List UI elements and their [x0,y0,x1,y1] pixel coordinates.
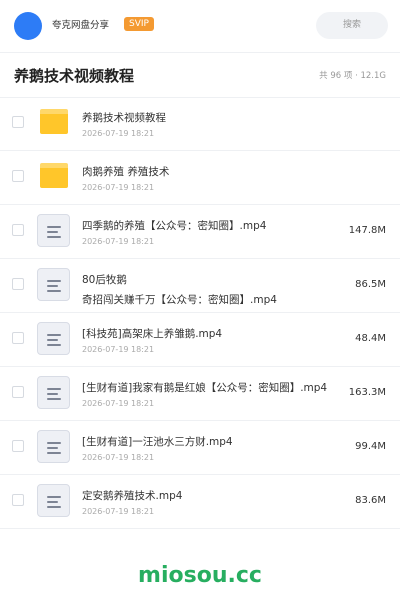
document-icon [37,430,70,463]
page-title: 养鹅技术视频教程 [14,67,135,85]
folder-icon [40,163,68,188]
search-button[interactable]: 搜索 [316,12,388,39]
file-date: 2026-07-19 18:21 [82,237,155,246]
file-size: 48.4M [355,333,386,344]
folder-header: 养鹅技术视频教程 共 96 项 · 12.1G [0,52,400,98]
file-date: 2026-07-19 18:21 [82,399,155,408]
row-checkbox[interactable] [12,386,24,398]
document-icon [37,268,70,301]
file-name: [科技苑]高架床上养雏鹅.mp4 [82,328,223,340]
document-icon [37,214,70,247]
file-size: 83.6M [355,495,386,506]
file-date: 2026-07-19 18:21 [82,453,155,462]
file-date: 2026-07-19 18:21 [82,345,155,354]
file-row[interactable]: 养鹅技术视频教程 2026-07-19 18:21 [0,97,400,151]
watermark: miosou.cc [138,563,262,588]
row-checkbox[interactable] [12,116,24,128]
file-row[interactable]: [生财有道]一汪池水三方财.mp4 2026-07-19 18:21 99.4M [0,421,400,475]
file-size: 147.8M [348,225,386,236]
file-date: 2026-07-19 18:21 [82,183,155,192]
avatar[interactable] [14,12,42,40]
file-name-line2: 奇招闯关赚千万【公众号：密知圈】.mp4 [82,294,277,306]
file-row[interactable]: 80后牧鹅奇招闯关赚千万【公众号：密知圈】.mp4 86.5M [0,259,400,313]
file-size: 86.5M [355,279,386,290]
file-row[interactable]: [生财有道]我家有鹅是红娘【公众号：密知圈】.mp4 2026-07-19 18:… [0,367,400,421]
document-icon [37,376,70,409]
file-name: 四季鹅的养殖【公众号：密知圈】.mp4 [82,220,267,232]
file-row[interactable]: 定安鹅养殖技术.mp4 2026-07-19 18:21 83.6M [0,475,400,529]
file-date: 2026-07-19 18:21 [82,507,155,516]
top-bar: 夸克网盘分享 SVIP 搜索 [0,0,400,53]
file-row[interactable]: [科技苑]高架床上养雏鹅.mp4 2026-07-19 18:21 48.4M [0,313,400,367]
row-checkbox[interactable] [12,332,24,344]
file-name: 肉鹅养殖 养殖技术 [82,166,170,178]
row-checkbox[interactable] [12,440,24,452]
file-name: 80后牧鹅 [82,274,127,286]
file-name: 养鹅技术视频教程 [82,112,166,124]
row-checkbox[interactable] [12,278,24,290]
file-name: [生财有道]一汪池水三方财.mp4 [82,436,233,448]
file-name: 定安鹅养殖技术.mp4 [82,490,183,502]
svip-badge: SVIP [124,17,154,31]
file-list: 养鹅技术视频教程 2026-07-19 18:21 肉鹅养殖 养殖技术 2026-07… [0,97,400,529]
document-icon [37,322,70,355]
file-row[interactable]: 四季鹅的养殖【公众号：密知圈】.mp4 2026-07-19 18:21 147.8… [0,205,400,259]
row-checkbox[interactable] [12,494,24,506]
folder-icon [40,109,68,134]
file-date: 2026-07-19 18:21 [82,129,155,138]
file-size: 163.3M [348,387,386,398]
row-checkbox[interactable] [12,170,24,182]
file-name: [生财有道]我家有鹅是红娘【公众号：密知圈】.mp4 [82,382,328,394]
file-size: 99.4M [355,441,386,452]
document-icon [37,484,70,517]
app-name: 夸克网盘分享 [52,20,110,31]
row-checkbox[interactable] [12,224,24,236]
file-row[interactable]: 肉鹅养殖 养殖技术 2026-07-19 18:21 [0,151,400,205]
folder-stats: 共 96 项 · 12.1G [319,71,386,81]
